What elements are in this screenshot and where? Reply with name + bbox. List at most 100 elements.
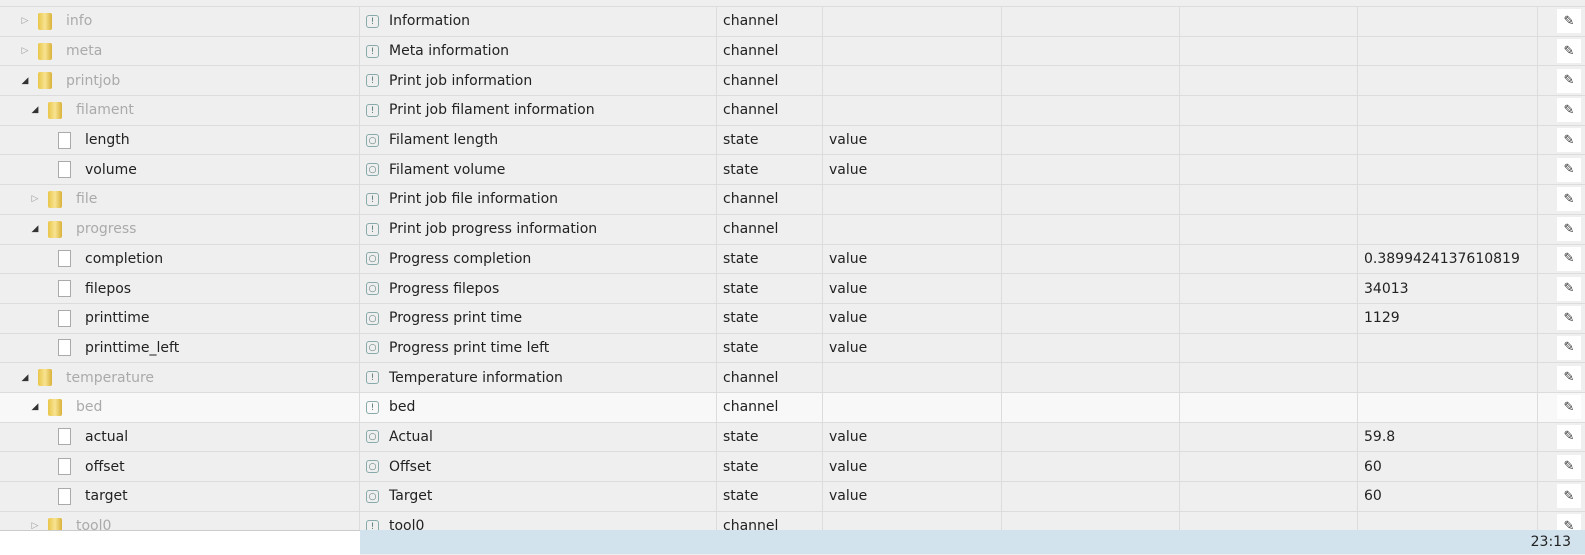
taskbar: 23:13 (360, 530, 1585, 554)
file-icon (58, 250, 71, 268)
edit-pencil-icon[interactable]: ✎ (1557, 365, 1581, 390)
object-name: length (85, 132, 130, 149)
state-icon: ○ (366, 282, 379, 296)
cell-description: ! Print job progress information (360, 214, 717, 244)
expand-toggle-icon[interactable]: ▷ (30, 194, 40, 204)
object-description: Information (389, 13, 471, 30)
cell-value (1358, 392, 1538, 422)
edit-pencil-icon[interactable]: ✎ (1557, 217, 1581, 242)
cell-function (1180, 452, 1358, 481)
collapse-toggle-icon[interactable]: ◢ (20, 373, 30, 383)
edit-pencil-icon[interactable]: ✎ (1557, 187, 1581, 212)
table-row[interactable]: ▷ info ! Information channel ✎ (0, 7, 1585, 37)
table-row[interactable]: completion ○ Progress completion state va… (0, 244, 1585, 275)
state-icon: ○ (366, 163, 379, 177)
edit-pencil-icon[interactable]: ✎ (1557, 39, 1581, 64)
collapse-toggle-icon[interactable]: ◢ (20, 76, 30, 86)
cell-description: ! Print job information (360, 66, 717, 96)
table-row[interactable]: actual ○ Actual state value 59.8 ✎ (0, 422, 1585, 453)
cell-description: ○ Filament volume (360, 155, 717, 185)
channel-icon: ! (366, 222, 379, 236)
cell-function (1180, 392, 1358, 422)
cell-function (1180, 36, 1358, 66)
collapse-toggle-icon[interactable]: ◢ (30, 402, 40, 412)
table-row[interactable]: volume ○ Filament volume state value ✎ (0, 155, 1585, 186)
cell-role: value (823, 482, 1002, 511)
edit-pencil-icon[interactable]: ✎ (1557, 424, 1581, 449)
edit-pencil-icon[interactable]: ✎ (1557, 98, 1581, 123)
taskbar-clock[interactable]: 23:13 (1531, 534, 1571, 550)
edit-pencil-icon[interactable]: ✎ (1557, 306, 1581, 331)
table-row[interactable]: ▷ meta ! Meta information channel ✎ (0, 36, 1585, 67)
channel-icon: ! (366, 103, 379, 117)
cell-name: ◢ filament (0, 96, 360, 125)
cell-role (823, 363, 1002, 392)
object-name: actual (85, 428, 129, 445)
cell-description: ○ Progress print time left (360, 333, 717, 363)
object-description: Target (389, 488, 433, 505)
cell-name: volume (0, 155, 360, 185)
cell-function (1180, 214, 1358, 244)
cell-room (1002, 303, 1180, 333)
collapse-toggle-icon[interactable]: ◢ (30, 224, 40, 234)
state-icon: ○ (366, 311, 379, 325)
expand-toggle-icon[interactable]: ▷ (20, 46, 30, 56)
edit-pencil-icon[interactable]: ✎ (1557, 246, 1581, 271)
cell-type: state (717, 155, 823, 185)
cell-actions: ✎ (1538, 452, 1585, 481)
collapse-toggle-icon[interactable]: ◢ (30, 105, 40, 115)
table-row[interactable]: ▷ file ! Print job file information channe… (0, 185, 1585, 215)
cell-actions: ✎ (1538, 482, 1585, 511)
table-row[interactable]: filepos ○ Progress filepos state value 34… (0, 274, 1585, 304)
edit-pencil-icon[interactable]: ✎ (1557, 128, 1581, 153)
cell-actions: ✎ (1538, 215, 1585, 244)
cell-room (1002, 66, 1180, 96)
cell-room (1002, 244, 1180, 274)
object-description: Filament volume (389, 161, 506, 178)
edit-pencil-icon[interactable]: ✎ (1557, 157, 1581, 182)
table-row[interactable]: ◢ printjob ! Print job information channel… (0, 66, 1585, 97)
cell-description: ○ Progress print time (360, 303, 717, 333)
state-icon: ○ (366, 252, 379, 266)
folder-icon (48, 190, 62, 208)
edit-pencil-icon[interactable]: ✎ (1557, 335, 1581, 360)
table-row[interactable]: ◢ progress ! Print job progress informatio… (0, 214, 1585, 245)
cell-function (1180, 274, 1358, 303)
cell-role (823, 214, 1002, 244)
table-row[interactable]: ◢ filament ! Print job filament informatio… (0, 96, 1585, 126)
expand-toggle-icon[interactable]: ▷ (20, 16, 30, 26)
edit-pencil-icon[interactable]: ✎ (1557, 484, 1581, 509)
cell-name: target (0, 482, 360, 511)
cell-role (823, 185, 1002, 214)
channel-icon: ! (366, 74, 379, 88)
edit-pencil-icon[interactable]: ✎ (1557, 454, 1581, 479)
folder-icon (38, 42, 52, 60)
object-description: Offset (389, 458, 432, 475)
edit-pencil-icon[interactable]: ✎ (1557, 9, 1581, 34)
cell-name: actual (0, 422, 360, 452)
table-row[interactable]: ◢ bed ! bed channel ✎ (0, 392, 1585, 423)
cell-function (1180, 7, 1358, 36)
table-row[interactable]: target ○ Target state value 60 ✎ (0, 482, 1585, 512)
cell-type: state (717, 303, 823, 333)
table-row[interactable]: ◢ temperature ! Temperature information ch… (0, 363, 1585, 393)
cell-description: ○ Filament length (360, 125, 717, 155)
object-description: Filament length (389, 132, 499, 149)
cell-actions: ✎ (1538, 363, 1585, 392)
table-row[interactable]: printtime_left ○ Progress print time left… (0, 333, 1585, 364)
folder-icon (38, 12, 52, 30)
cell-actions: ✎ (1538, 304, 1585, 333)
cell-role: value (823, 452, 1002, 481)
edit-pencil-icon[interactable]: ✎ (1557, 68, 1581, 93)
cell-role (823, 36, 1002, 66)
edit-pencil-icon[interactable]: ✎ (1557, 276, 1581, 301)
table-row[interactable]: printtime ○ Progress print time state val… (0, 303, 1585, 334)
cell-type: state (717, 452, 823, 481)
object-name: completion (85, 250, 164, 267)
edit-pencil-icon[interactable]: ✎ (1557, 395, 1581, 420)
object-description: Temperature information (389, 369, 563, 386)
object-name: printtime_left (85, 339, 180, 356)
cell-function (1180, 422, 1358, 452)
table-row[interactable]: length ○ Filament length state value ✎ (0, 125, 1585, 156)
table-row[interactable]: offset ○ Offset state value 60 ✎ (0, 452, 1585, 482)
